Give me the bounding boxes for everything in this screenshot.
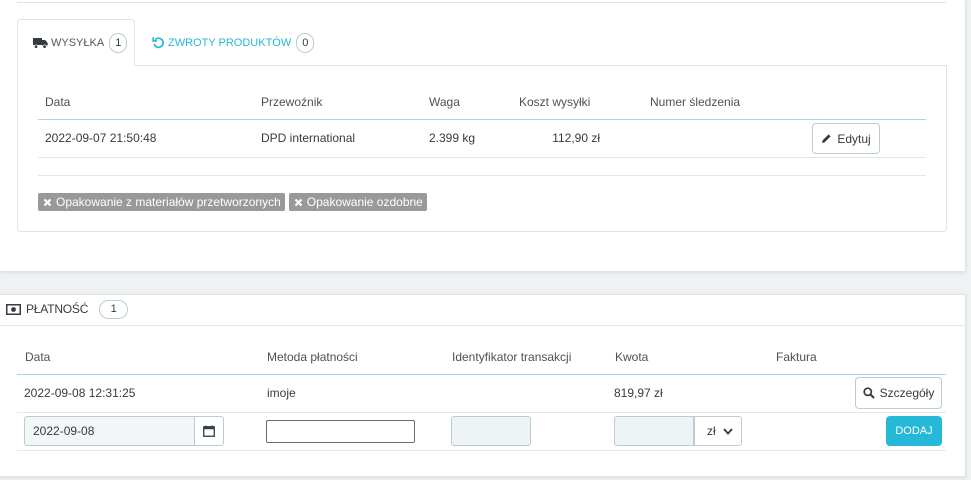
column-header-shipping-cost: Koszt wysyłki: [519, 95, 591, 109]
edit-shipping-button[interactable]: Edytuj: [812, 123, 880, 154]
packaging-labels: Opakowanie z materiałów przetworzonych O…: [38, 193, 427, 211]
table-header-rule: [38, 119, 926, 120]
chevron-down-icon: [722, 427, 733, 435]
packaging-label-text: Opakowanie z materiałów przetworzonych: [56, 195, 281, 209]
currency-select-value: zł: [707, 424, 716, 438]
payment-panel-title: PŁATNOŚĆ: [26, 302, 89, 316]
times-icon: [294, 198, 303, 207]
divider: [38, 157, 926, 158]
column-header-carrier: Przewoźnik: [261, 95, 323, 109]
payment-method-input[interactable]: [266, 420, 415, 443]
column-header-transaction-id: Identyfikator transakcji: [452, 350, 572, 364]
column-header-tracking-number: Numer śledzenia: [650, 95, 741, 109]
packaging-label-decorative: Opakowanie ozdobne: [288, 193, 427, 211]
shipping-cost: 112,90 zł: [552, 131, 600, 145]
column-header-date: Data: [25, 350, 51, 364]
column-header-date: Data: [45, 95, 71, 109]
payment-details-label: Szczegóły: [879, 386, 935, 400]
pencil-icon: [821, 133, 832, 144]
divider: [38, 175, 926, 176]
column-header-weight: Waga: [429, 95, 460, 109]
packaging-label-text: Opakowanie ozdobne: [306, 195, 423, 209]
column-header-invoice: Faktura: [776, 350, 817, 364]
search-icon: [862, 387, 875, 399]
times-icon: [43, 198, 52, 207]
payment-date-input[interactable]: [24, 416, 195, 446]
tab-shipping-label: WYSYŁKA: [51, 37, 105, 49]
payment-amount: 819,97 zł: [614, 386, 663, 400]
payment-date: 2022-09-08 12:31:25: [24, 386, 136, 400]
order-view: WYSYŁKA 1 ZWROTY PRODUKTÓW 0 Data Przewo…: [0, 0, 971, 480]
tab-product-returns[interactable]: ZWROTY PRODUKTÓW 0: [152, 19, 315, 66]
payment-method: imoje: [267, 386, 296, 400]
column-header-payment-method: Metoda płatności: [267, 350, 358, 364]
truck-icon: [33, 37, 48, 49]
currency-select[interactable]: zł: [694, 416, 742, 446]
date-picker-button[interactable]: [194, 416, 224, 446]
payment-amount-input[interactable]: [614, 416, 694, 446]
divider: [17, 2, 946, 3]
payment-panel-header: PŁATNOŚĆ 1: [6, 299, 129, 319]
edit-shipping-label: Edytuj: [837, 131, 871, 146]
column-header-amount: Kwota: [615, 350, 649, 364]
packaging-label-recycled: Opakowanie z materiałów przetworzonych: [38, 193, 285, 211]
shipment-weight: 2.399 kg: [429, 131, 476, 145]
tab-shipping-count-badge: 1: [109, 33, 128, 53]
calendar-icon: [203, 425, 215, 437]
tab-product-returns-count-badge: 0: [296, 32, 315, 53]
shipping-date: 2022-09-07 21:50:48: [45, 131, 157, 145]
payment-count-badge: 1: [99, 299, 129, 319]
add-payment-button[interactable]: DODAJ: [886, 416, 942, 446]
payment-details-button[interactable]: Szczegóły: [855, 377, 942, 409]
money-icon: [6, 303, 21, 315]
divider: [17, 450, 946, 451]
transaction-id-input[interactable]: [451, 416, 531, 446]
table-header-rule: [17, 374, 946, 375]
tab-shipping[interactable]: WYSYŁKA 1: [17, 19, 135, 66]
divider: [17, 412, 946, 413]
divider: [0, 325, 966, 326]
tab-product-returns-label: ZWROTY PRODUKTÓW: [168, 36, 292, 49]
carrier-name: DPD international: [261, 131, 356, 145]
undo-icon: [152, 36, 165, 49]
